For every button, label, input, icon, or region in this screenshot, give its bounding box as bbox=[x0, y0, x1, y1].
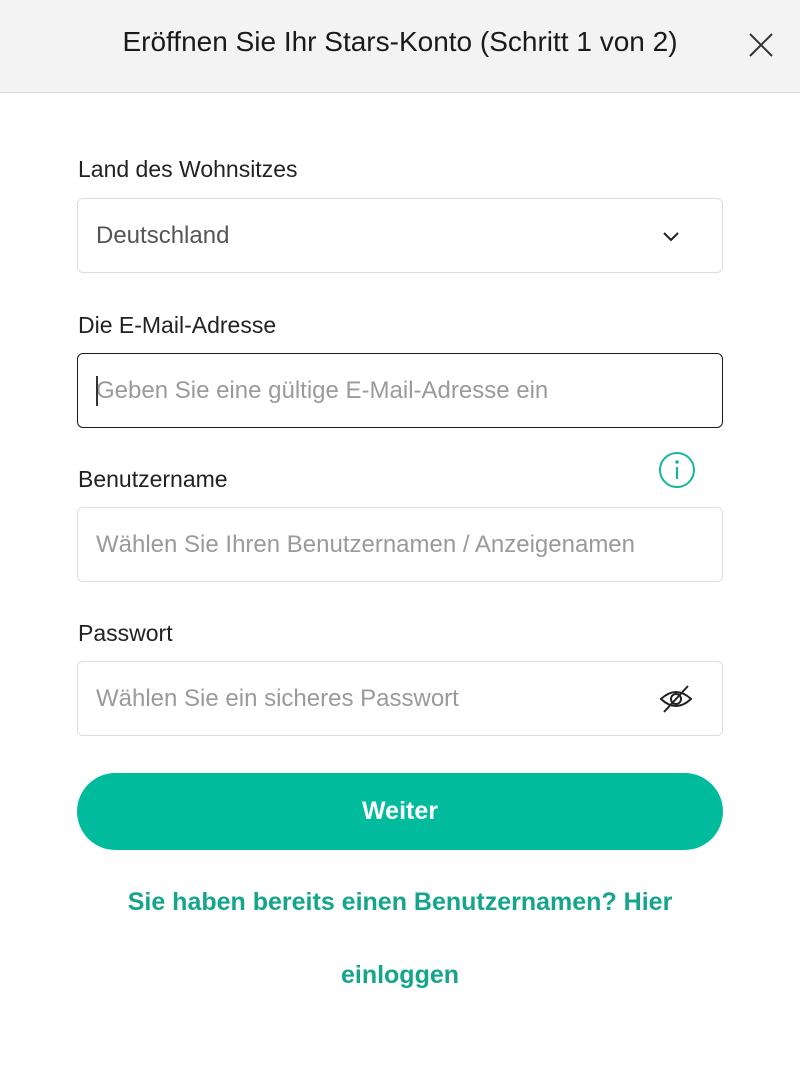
continue-button[interactable]: Weiter bbox=[77, 773, 723, 850]
login-link-continued[interactable]: einloggen bbox=[341, 961, 459, 989]
username-label: Benutzername bbox=[78, 466, 228, 492]
chevron-down-icon bbox=[663, 232, 679, 242]
modal-title: Eröffnen Sie Ihr Stars-Konto (Schritt 1 … bbox=[0, 26, 800, 58]
username-field[interactable] bbox=[96, 508, 716, 581]
signup-modal: Eröffnen Sie Ihr Stars-Konto (Schritt 1 … bbox=[0, 0, 800, 1075]
country-select[interactable]: Deutschland bbox=[77, 198, 723, 273]
close-icon bbox=[749, 33, 773, 57]
eye-off-icon[interactable] bbox=[658, 683, 694, 715]
password-field-wrapper bbox=[77, 661, 723, 736]
login-prompt-line1: Sie haben bereits einen Benutzernamen? H… bbox=[0, 888, 800, 917]
login-prompt-line2: einloggen bbox=[0, 961, 800, 990]
username-field-wrapper bbox=[77, 507, 723, 582]
modal-title-text: Eröffnen Sie Ihr Stars-Konto (Schritt 1 … bbox=[122, 26, 678, 57]
email-field-wrapper bbox=[77, 353, 723, 428]
close-button[interactable] bbox=[743, 27, 779, 63]
password-label: Passwort bbox=[78, 620, 173, 646]
country-label: Land des Wohnsitzes bbox=[78, 156, 298, 182]
login-link[interactable]: Sie haben bereits einen Benutzernamen? H… bbox=[128, 888, 673, 916]
text-caret bbox=[96, 376, 98, 406]
email-label: Die E-Mail-Adresse bbox=[78, 312, 277, 338]
country-select-value: Deutschland bbox=[96, 222, 230, 249]
email-field[interactable] bbox=[96, 354, 656, 427]
info-icon[interactable] bbox=[657, 450, 697, 490]
modal-header: Eröffnen Sie Ihr Stars-Konto (Schritt 1 … bbox=[0, 0, 800, 93]
password-field[interactable] bbox=[96, 662, 656, 735]
